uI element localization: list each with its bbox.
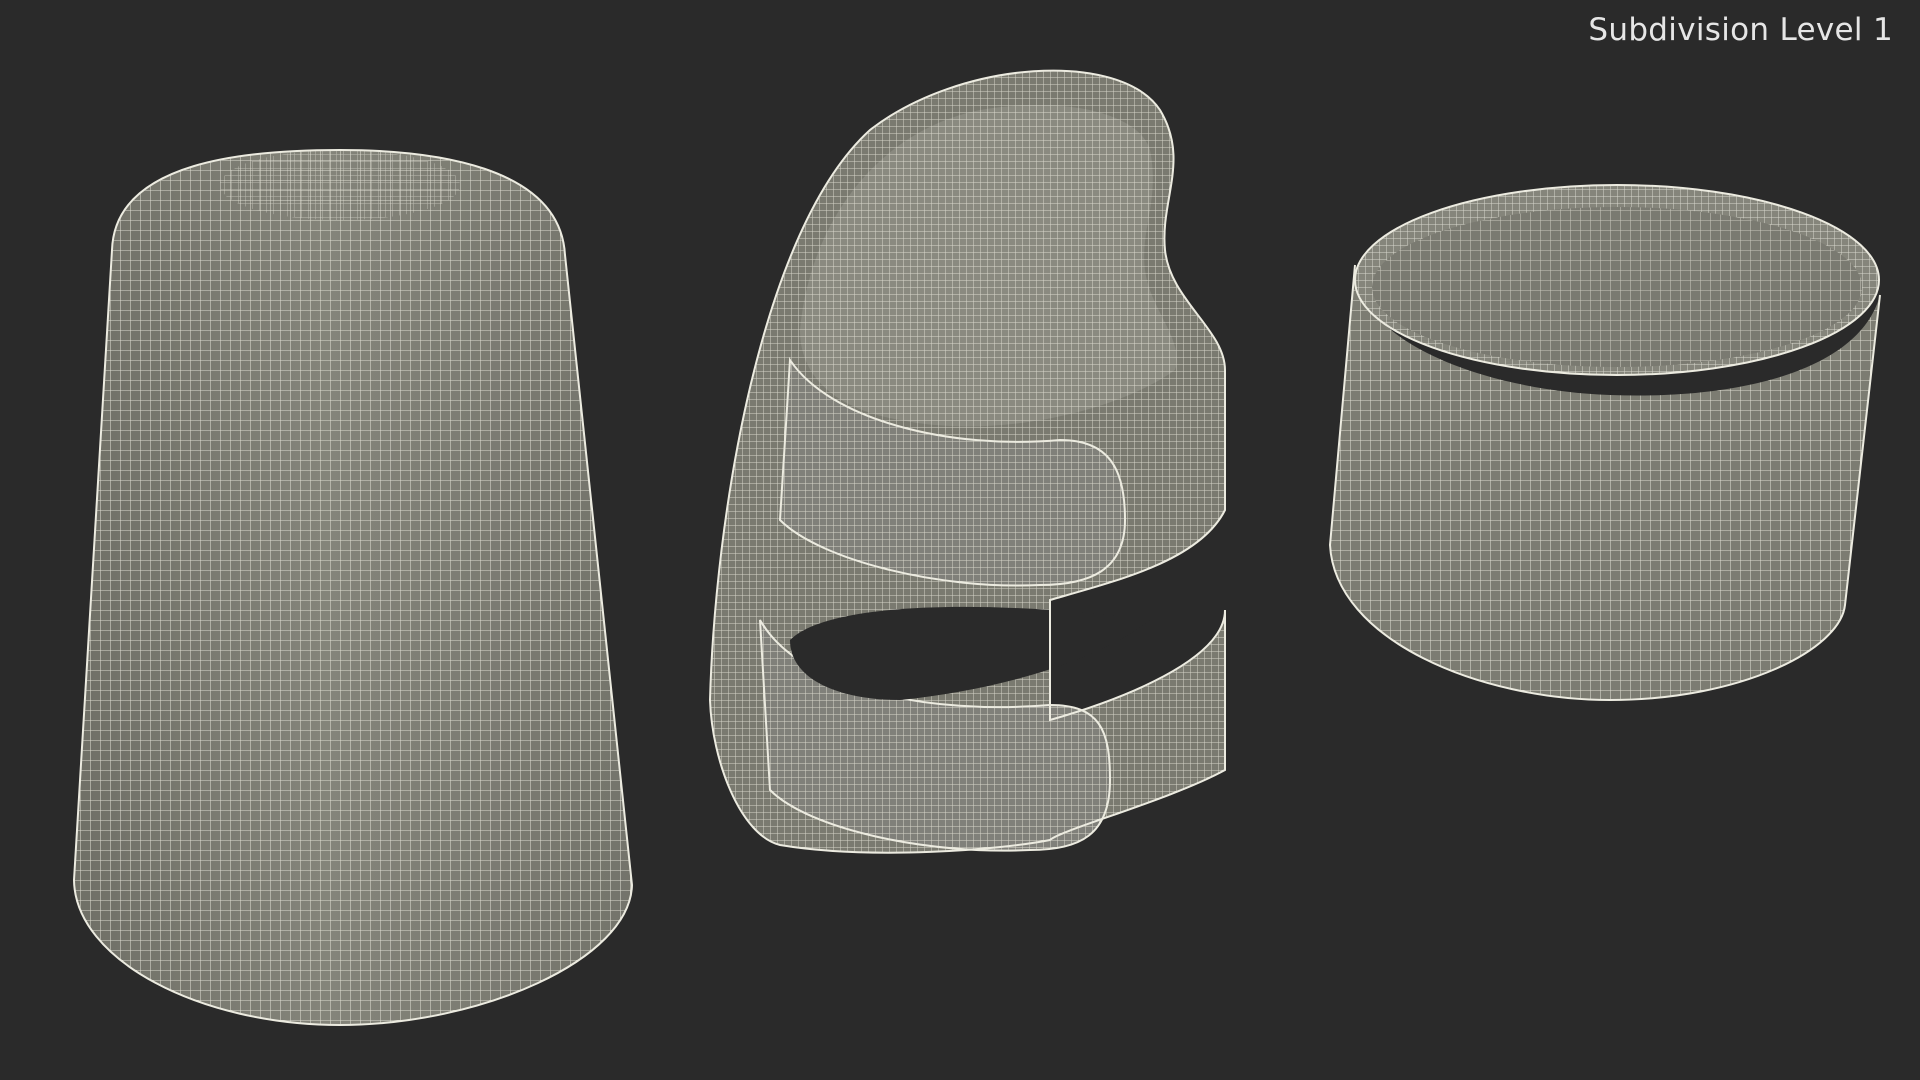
3d-viewport[interactable]: [0, 0, 1920, 1080]
finger-band-mesh[interactable]: [1328, 184, 1881, 702]
finger-splint-mesh[interactable]: [708, 69, 1226, 854]
subdivision-level-label: Subdivision Level 1: [1588, 12, 1893, 48]
finger-cap-mesh[interactable]: [72, 148, 634, 1027]
